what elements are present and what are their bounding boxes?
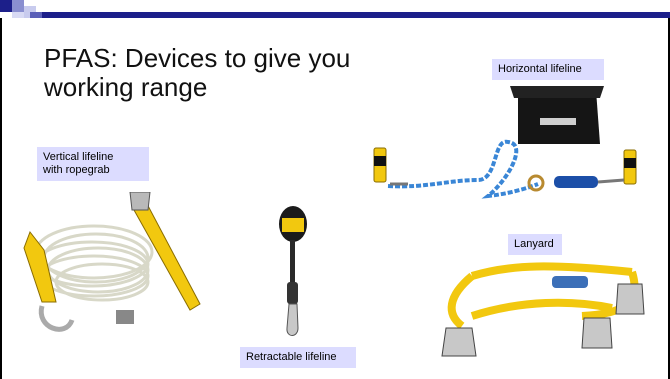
label-retractable-text: Retractable lifeline bbox=[246, 351, 337, 363]
retractable-lifeline-image bbox=[279, 206, 307, 336]
slide: PFAS: Devices to give you working range … bbox=[0, 0, 670, 379]
title-line-1: PFAS: Devices to give you bbox=[44, 43, 351, 73]
label-horizontal-lifeline: Horizontal lifeline bbox=[492, 59, 604, 80]
label-horizontal-text: Horizontal lifeline bbox=[498, 63, 582, 75]
label-vertical-lifeline: Vertical lifeline with ropegrab bbox=[37, 147, 149, 181]
header-square-2 bbox=[12, 0, 24, 12]
label-lanyard-text: Lanyard bbox=[514, 238, 554, 250]
header-square-4 bbox=[12, 12, 24, 18]
label-lanyard: Lanyard bbox=[508, 234, 562, 255]
label-retractable-lifeline: Retractable lifeline bbox=[240, 347, 356, 368]
slide-border-left bbox=[0, 18, 2, 379]
lanyard-image bbox=[441, 262, 645, 357]
label-vertical-text-2: with ropegrab bbox=[43, 164, 110, 176]
horizontal-lifeline-image bbox=[373, 86, 637, 199]
slide-title: PFAS: Devices to give you working range bbox=[44, 44, 350, 102]
vertical-lifeline-image bbox=[23, 192, 201, 332]
header-bar bbox=[42, 12, 670, 18]
label-vertical-text-1: Vertical lifeline bbox=[43, 151, 114, 163]
header-square-5 bbox=[30, 12, 42, 18]
title-line-2: working range bbox=[44, 72, 208, 102]
header-square-1 bbox=[0, 0, 12, 12]
